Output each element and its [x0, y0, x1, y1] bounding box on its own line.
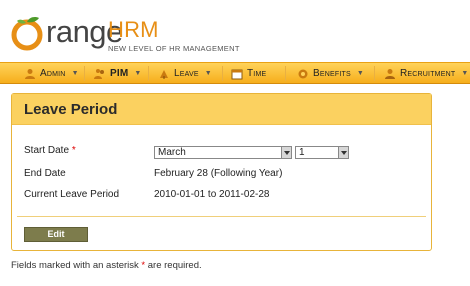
panel-header: Leave Period — [12, 94, 431, 125]
pim-icon — [94, 68, 104, 79]
nav-divider — [222, 66, 223, 81]
nav-divider — [285, 66, 286, 81]
nav-divider — [84, 66, 85, 81]
nav-label-benefits: Benefits — [313, 68, 351, 79]
nav-item-leave[interactable]: Leave ▼ — [158, 63, 212, 84]
nav-item-admin[interactable]: Admin ▼ — [24, 63, 79, 84]
dropdown-arrow-icon[interactable] — [281, 147, 291, 158]
chevron-down-icon: ▼ — [461, 70, 469, 77]
panel-divider — [17, 216, 426, 217]
benefits-icon — [298, 69, 308, 78]
page-title: Leave Period — [24, 101, 118, 118]
nav-item-recruitment[interactable]: Recruitment ▼ — [384, 63, 468, 84]
leave-period-panel: Leave Period Start Date * March 1 End Da… — [11, 93, 432, 251]
logo-tagline: NEW LEVEL OF HR MANAGEMENT — [108, 44, 240, 53]
recruitment-icon — [385, 68, 395, 79]
orangehrm-logo[interactable]: range HRM NEW LEVEL OF HR MANAGEMENT — [10, 6, 240, 56]
nav-label-recruitment: Recruitment — [400, 68, 456, 79]
current-period-value: 2010-01-01 to 2011-02-28 — [154, 189, 270, 200]
nav-divider — [374, 66, 375, 81]
time-icon — [231, 69, 243, 79]
edit-button[interactable]: Edit — [24, 227, 88, 242]
main-nav: Admin ▼ PIM ▼ Leave ▼ Time Benefits ▼ Re… — [0, 62, 470, 84]
footnote-marker: * — [141, 260, 146, 271]
required-marker: * — [71, 145, 76, 156]
start-date-label: Start Date * — [24, 145, 76, 156]
logo-hrm-text: HRM — [108, 17, 159, 42]
chevron-down-icon: ▼ — [71, 70, 79, 77]
chevron-down-icon: ▼ — [204, 70, 212, 77]
admin-icon — [25, 68, 35, 79]
footnote-prefix: Fields marked with an asterisk — [11, 260, 139, 271]
start-day-value: 1 — [299, 147, 305, 158]
nav-divider — [148, 66, 149, 81]
leave-icon — [160, 69, 168, 79]
start-month-value: March — [158, 147, 186, 158]
end-date-label: End Date — [24, 168, 66, 179]
nav-label-pim: PIM — [110, 68, 129, 79]
nav-label-admin: Admin — [40, 68, 66, 79]
start-day-select[interactable]: 1 — [295, 146, 349, 159]
header: range HRM NEW LEVEL OF HR MANAGEMENT — [0, 0, 470, 62]
chevron-down-icon: ▼ — [134, 70, 142, 77]
current-period-label: Current Leave Period — [24, 189, 120, 200]
nav-item-pim[interactable]: PIM ▼ — [94, 63, 141, 84]
nav-item-benefits[interactable]: Benefits ▼ — [297, 63, 364, 84]
orange-logo-icon — [11, 17, 43, 51]
nav-item-time[interactable]: Time — [231, 63, 266, 84]
start-date-label-text: Start Date — [24, 145, 70, 156]
end-date-value: February 28 (Following Year) — [154, 168, 283, 179]
chevron-down-icon: ▼ — [356, 70, 364, 77]
dropdown-arrow-icon[interactable] — [338, 147, 348, 158]
footnote-suffix: are required. — [147, 260, 202, 271]
start-month-select[interactable]: March — [154, 146, 292, 159]
nav-label-time: Time — [247, 68, 267, 79]
nav-label-leave: Leave — [174, 68, 199, 79]
required-fields-note: Fields marked with an asterisk * are req… — [11, 260, 202, 271]
